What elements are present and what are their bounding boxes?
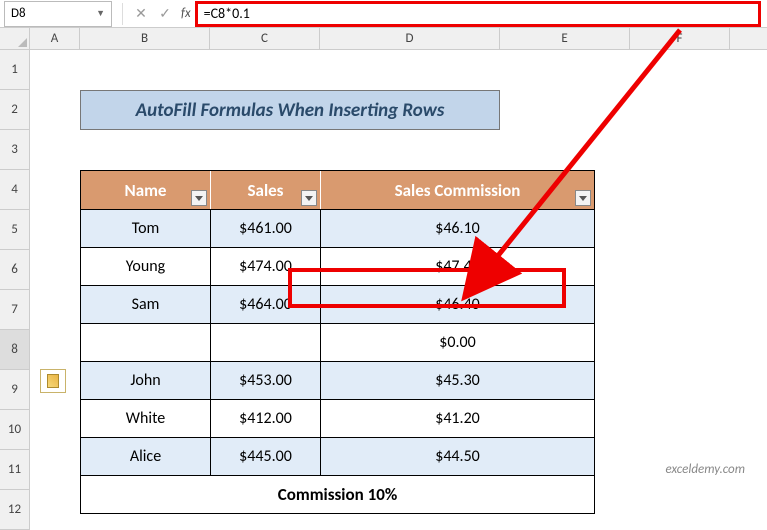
table-footer: Commission 10%: [81, 475, 594, 513]
cell-name[interactable]: White: [81, 400, 211, 437]
watermark: exceldemy.com: [666, 462, 745, 477]
col-header-A[interactable]: A: [30, 28, 80, 49]
header-name[interactable]: Name: [81, 171, 211, 209]
cell-commission[interactable]: $47.40: [321, 248, 594, 285]
header-name-text: Name: [125, 180, 167, 201]
table-row: John$453.00$45.30: [81, 361, 594, 399]
cell-sales[interactable]: $461.00: [211, 210, 321, 247]
formula-bar: D8 ▼ ✕ ✓ fx =C8*0.1: [0, 0, 767, 28]
column-headers: A B C D E F: [30, 28, 767, 50]
cell-sales[interactable]: $464.00: [211, 286, 321, 323]
row-header-10[interactable]: 10: [0, 410, 30, 450]
cell-commission[interactable]: $46.10: [321, 210, 594, 247]
row-header-8[interactable]: 8: [0, 330, 30, 370]
cell-name[interactable]: John: [81, 362, 211, 399]
paste-options-icon[interactable]: [40, 369, 66, 393]
header-commission-text: Sales Commission: [395, 180, 521, 201]
table-row: Tom$461.00$46.10: [81, 209, 594, 247]
cell-commission[interactable]: $41.20: [321, 400, 594, 437]
cancel-icon[interactable]: ✕: [129, 2, 153, 26]
filter-icon[interactable]: [191, 190, 207, 206]
cell-sales[interactable]: $412.00: [211, 400, 321, 437]
cell-name[interactable]: Tom: [81, 210, 211, 247]
cell-commission[interactable]: $45.30: [321, 362, 594, 399]
cell-name[interactable]: Young: [81, 248, 211, 285]
row-header-1[interactable]: 1: [0, 50, 30, 90]
footer-cell[interactable]: Commission 10%: [81, 476, 594, 513]
table-row: Sam$464.00$46.40: [81, 285, 594, 323]
col-header-D[interactable]: D: [320, 28, 500, 49]
cell-sales[interactable]: $474.00: [211, 248, 321, 285]
table-row: White$412.00$41.20: [81, 399, 594, 437]
cell-name[interactable]: Sam: [81, 286, 211, 323]
row-header-5[interactable]: 5: [0, 210, 30, 250]
enter-icon[interactable]: ✓: [153, 2, 177, 26]
title-text: AutoFill Formulas When Inserting Rows: [136, 99, 445, 122]
row-headers: 123456789101112: [0, 50, 30, 530]
row-header-9[interactable]: 9: [0, 370, 30, 410]
cell-commission[interactable]: $46.40: [321, 286, 594, 323]
header-sales-text: Sales: [248, 180, 284, 201]
col-header-F[interactable]: F: [630, 28, 730, 49]
row-header-7[interactable]: 7: [0, 290, 30, 330]
table-body: Tom$461.00$46.10Young$474.00$47.40Sam$46…: [81, 209, 594, 475]
table-row: Alice$445.00$44.50: [81, 437, 594, 475]
cell-name[interactable]: Alice: [81, 438, 211, 475]
cell-sales[interactable]: $453.00: [211, 362, 321, 399]
select-all-corner[interactable]: [0, 28, 30, 50]
table-row: Young$474.00$47.40: [81, 247, 594, 285]
cell-commission[interactable]: $0.00: [321, 324, 594, 361]
name-box-value: D8: [11, 6, 96, 21]
filter-icon[interactable]: [301, 190, 317, 206]
header-commission[interactable]: Sales Commission: [321, 171, 594, 209]
row-header-11[interactable]: 11: [0, 450, 30, 490]
name-box[interactable]: D8 ▼: [4, 1, 112, 27]
row-header-3[interactable]: 3: [0, 130, 30, 170]
footer-text: Commission 10%: [278, 484, 397, 505]
cell-name[interactable]: [81, 324, 211, 361]
filter-icon[interactable]: [575, 190, 591, 206]
cell-commission[interactable]: $44.50: [321, 438, 594, 475]
header-sales[interactable]: Sales: [211, 171, 321, 209]
row-header-4[interactable]: 4: [0, 170, 30, 210]
title-cell[interactable]: AutoFill Formulas When Inserting Rows: [80, 90, 500, 130]
row-header-12[interactable]: 12: [0, 490, 30, 530]
col-header-E[interactable]: E: [500, 28, 630, 49]
separator: [122, 3, 123, 25]
formula-text: =C8*0.1: [204, 5, 250, 22]
data-table: Name Sales Sales Commission Tom$461.00$4…: [80, 170, 595, 514]
cell-sales[interactable]: $445.00: [211, 438, 321, 475]
row-header-2[interactable]: 2: [0, 90, 30, 130]
col-header-B[interactable]: B: [80, 28, 210, 49]
formula-input[interactable]: =C8*0.1: [195, 1, 761, 27]
table-row: $0.00: [81, 323, 594, 361]
fx-icon[interactable]: fx: [181, 6, 191, 21]
table-header: Name Sales Sales Commission: [81, 171, 594, 209]
cell-sales[interactable]: [211, 324, 321, 361]
row-header-6[interactable]: 6: [0, 250, 30, 290]
spreadsheet-grid: A B C D E F 123456789101112 AutoFill For…: [0, 28, 767, 50]
chevron-down-icon[interactable]: ▼: [96, 8, 105, 19]
col-header-C[interactable]: C: [210, 28, 320, 49]
